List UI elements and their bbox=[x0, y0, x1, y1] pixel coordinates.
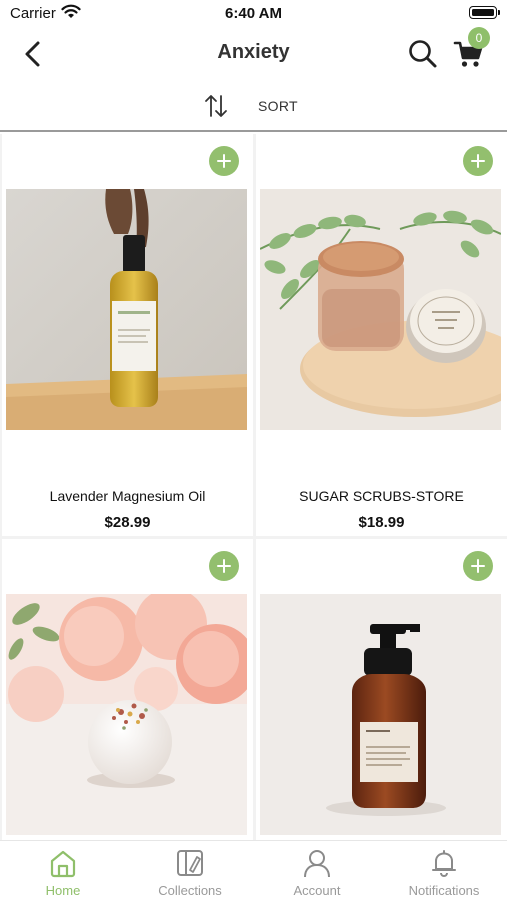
status-bar: Carrier 6:40 AM bbox=[0, 0, 507, 28]
chevron-left-icon bbox=[25, 41, 40, 67]
search-icon bbox=[409, 40, 437, 68]
collections-icon bbox=[177, 850, 203, 876]
add-to-cart-button[interactable] bbox=[463, 146, 493, 176]
nav-bar: Anxiety bbox=[0, 28, 507, 80]
product-name[interactable]: SUGAR SCRUBS-STORE bbox=[256, 488, 507, 504]
product-price: $18.99 bbox=[358, 514, 405, 531]
amber-foaming-soap-bottle-image bbox=[260, 594, 501, 835]
cart-count-badge: 0 bbox=[468, 27, 490, 49]
product-card[interactable] bbox=[2, 539, 253, 840]
tab-label: Notifications bbox=[408, 883, 480, 898]
battery-icon bbox=[469, 6, 500, 19]
tab-notifications[interactable]: Notifications bbox=[381, 841, 507, 900]
sort-label: SORT bbox=[258, 98, 298, 114]
add-to-cart-button[interactable] bbox=[463, 551, 493, 581]
tab-label: Home bbox=[45, 883, 81, 898]
product-image[interactable] bbox=[260, 189, 501, 430]
product-grid: Lavender Magnesium Oil $28.99 SUGAR SCRU… bbox=[0, 134, 507, 840]
tab-home[interactable]: Home bbox=[0, 841, 126, 900]
sort-bar: SORT bbox=[0, 80, 507, 132]
clock: 6:40 AM bbox=[225, 5, 282, 22]
tab-bar: Home Collections Account Notifications bbox=[0, 840, 507, 900]
oil-bottle-image bbox=[6, 189, 247, 430]
bath-bomb-with-peonies-image bbox=[6, 594, 247, 835]
sort-button[interactable]: SORT bbox=[203, 90, 313, 122]
tab-account[interactable]: Account bbox=[254, 841, 380, 900]
product-name[interactable]: Lavender Magnesium Oil bbox=[2, 488, 253, 504]
product-card[interactable] bbox=[256, 539, 507, 840]
product-image[interactable] bbox=[6, 189, 247, 430]
add-to-cart-button[interactable] bbox=[209, 146, 239, 176]
back-button[interactable] bbox=[18, 38, 50, 70]
product-image[interactable] bbox=[260, 594, 501, 835]
product-card[interactable]: SUGAR SCRUBS-STORE $18.99 bbox=[256, 134, 507, 536]
product-image[interactable] bbox=[6, 594, 247, 835]
sugar-scrub-jar-image bbox=[260, 189, 501, 430]
add-to-cart-button[interactable] bbox=[209, 551, 239, 581]
product-price: $28.99 bbox=[104, 514, 151, 531]
tab-collections[interactable]: Collections bbox=[127, 841, 253, 900]
search-button[interactable] bbox=[406, 37, 440, 71]
product-card[interactable]: Lavender Magnesium Oil $28.99 bbox=[2, 134, 253, 536]
home-icon bbox=[50, 850, 76, 878]
account-icon bbox=[304, 850, 330, 878]
bell-icon bbox=[432, 850, 456, 878]
tab-label: Account bbox=[293, 883, 341, 898]
sort-arrows-icon bbox=[205, 95, 227, 117]
tab-label: Collections bbox=[158, 883, 222, 898]
